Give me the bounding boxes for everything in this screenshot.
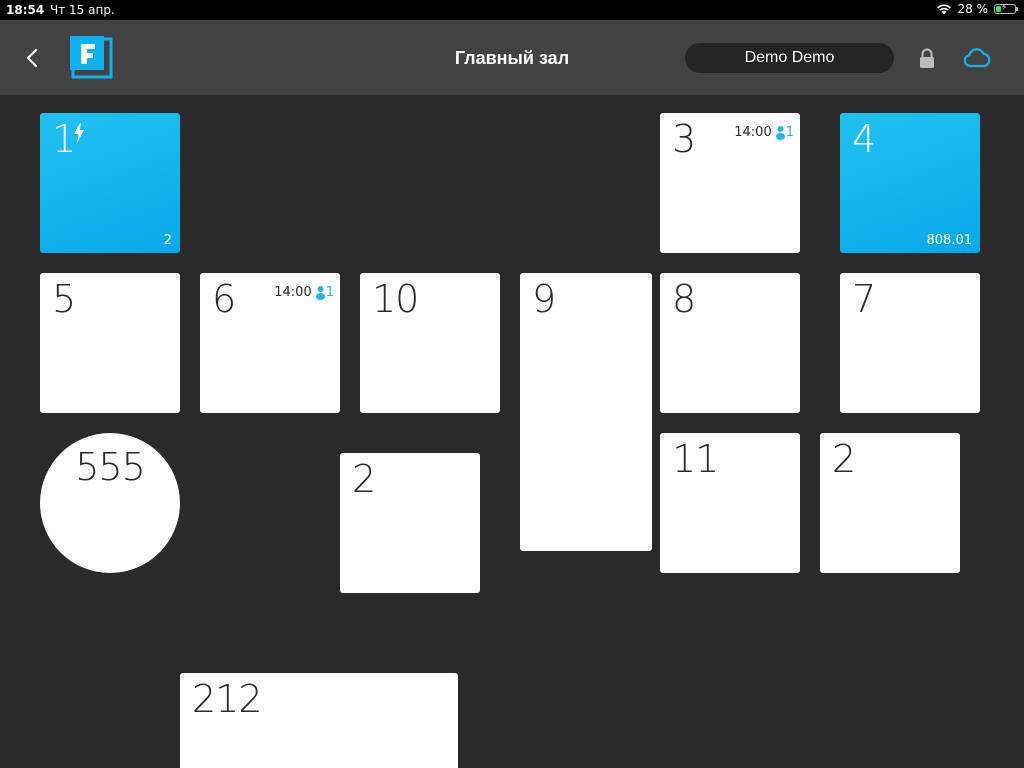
table-number: 555 xyxy=(75,445,146,489)
table-number: 212 xyxy=(192,677,263,721)
lock-icon xyxy=(920,48,934,68)
reservation-time: 14:00 xyxy=(734,125,772,140)
app-header: Главный зал Demo Demo xyxy=(0,20,1024,95)
table-6[interactable]: 6 14:00 1 xyxy=(200,273,340,413)
table-10[interactable]: 10 xyxy=(360,273,500,413)
lock-button[interactable] xyxy=(918,48,936,70)
table-number: 8 xyxy=(672,277,696,321)
lightning-icon xyxy=(74,123,84,143)
table-7[interactable]: 7 xyxy=(840,273,980,413)
table-sum: 2 xyxy=(163,233,172,248)
table-number: 3 xyxy=(672,117,696,161)
table-number: 7 xyxy=(852,277,876,321)
user-button[interactable]: Demo Demo xyxy=(685,43,894,73)
floor-plan: 1 2 3 14:00 1 4 808.01 5 6 14:00 1 10 9 … xyxy=(0,95,1024,768)
user-name: Demo Demo xyxy=(744,49,835,66)
table-number: 6 xyxy=(212,277,236,321)
reservation-info: 14:00 1 xyxy=(734,125,794,140)
battery-icon: ⚡ xyxy=(994,3,1018,14)
table-number: 5 xyxy=(52,277,76,321)
table-212[interactable]: 212 xyxy=(180,673,458,768)
table-555[interactable]: 555 xyxy=(40,433,180,573)
table-number: 2 xyxy=(352,457,376,501)
table-2[interactable]: 2 xyxy=(340,453,480,593)
guest-count: 1 xyxy=(775,125,794,140)
table-sum: 808.01 xyxy=(926,233,973,248)
table-1[interactable]: 1 2 xyxy=(40,113,180,253)
table-4[interactable]: 4 808.01 xyxy=(840,113,980,253)
cloud-icon xyxy=(963,48,991,68)
guest-count: 1 xyxy=(315,285,334,300)
table-number: 11 xyxy=(672,437,719,481)
table-8[interactable]: 8 xyxy=(660,273,800,413)
table-5[interactable]: 5 xyxy=(40,273,180,413)
status-bar: 18:54 Чт 15 апр. 28 % ⚡ xyxy=(0,0,1024,20)
person-icon xyxy=(775,125,785,140)
table-11[interactable]: 11 xyxy=(660,433,800,573)
table-2-right[interactable]: 2 xyxy=(820,433,960,573)
reservation-info: 14:00 1 xyxy=(274,285,334,300)
guest-number: 1 xyxy=(325,285,334,300)
table-number: 4 xyxy=(852,117,876,161)
wifi-icon xyxy=(936,3,952,15)
status-date: Чт 15 апр. xyxy=(50,3,115,17)
battery-percent: 28 % xyxy=(957,2,989,16)
status-time: 18:54 xyxy=(6,3,45,17)
table-number: 10 xyxy=(372,277,419,321)
table-9[interactable]: 9 xyxy=(520,273,652,551)
person-icon xyxy=(315,285,325,300)
table-number: 1 xyxy=(52,117,76,161)
table-number: 9 xyxy=(532,277,556,321)
table-number: 2 xyxy=(832,437,856,481)
table-3[interactable]: 3 14:00 1 xyxy=(660,113,800,253)
reservation-time: 14:00 xyxy=(274,285,312,300)
charging-icon: ⚡ xyxy=(1001,3,1008,13)
guest-number: 1 xyxy=(785,125,794,140)
sync-button[interactable] xyxy=(962,46,992,70)
status-indicators: 28 % ⚡ xyxy=(936,2,1018,16)
